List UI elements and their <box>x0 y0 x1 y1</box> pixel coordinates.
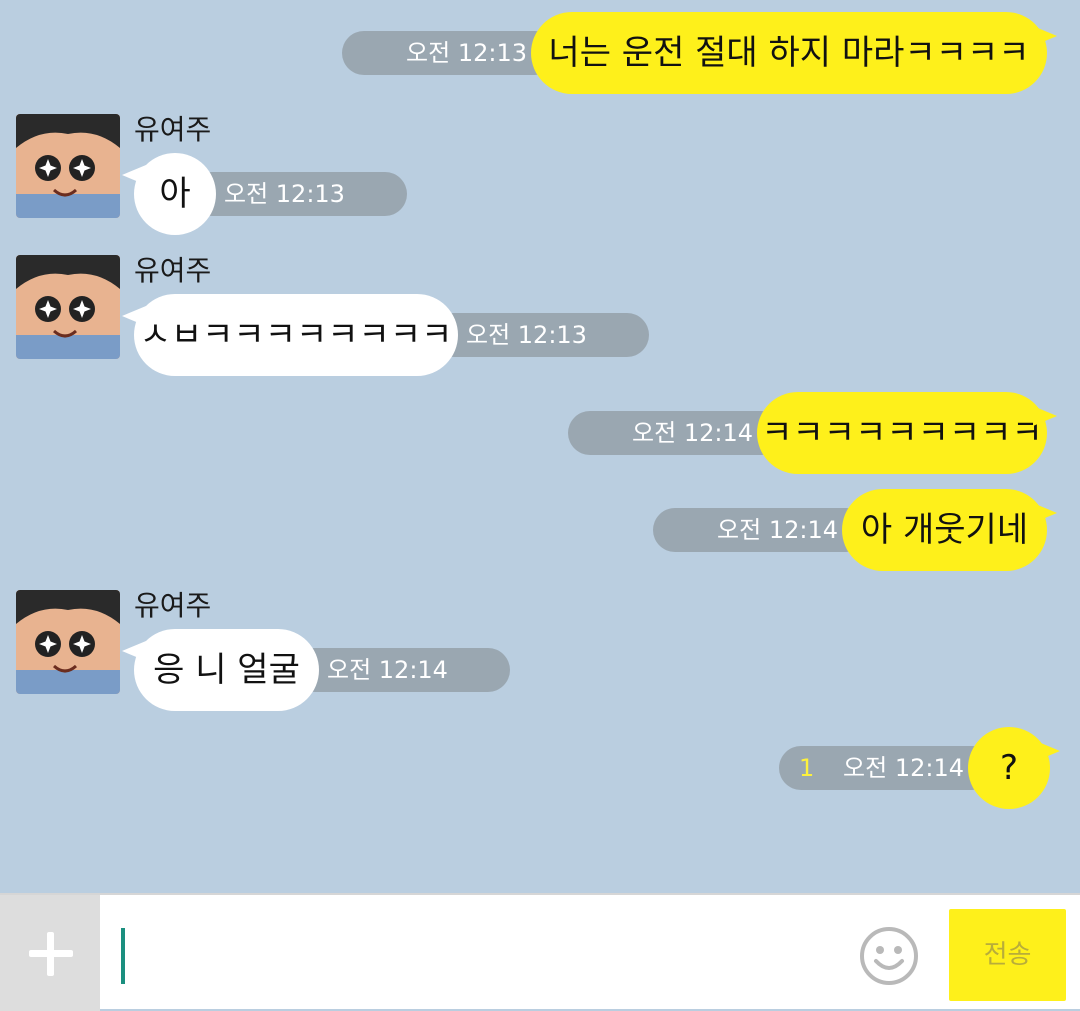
message-input[interactable] <box>112 909 846 997</box>
message-timestamp: 오전 12:14 <box>568 411 783 455</box>
timestamp-text: 오전 12:14 <box>327 656 448 684</box>
timestamp-text: 오전 12:14 <box>717 516 838 544</box>
their-message-bubble[interactable]: 아 <box>122 153 216 235</box>
timestamp-text: 오전 12:14 <box>843 754 964 782</box>
message-input-bar: 전송 <box>0 893 1080 1011</box>
their-message-bubble[interactable]: ㅅㅂㅋㅋㅋㅋㅋㅋㅋㅋ <box>122 294 458 376</box>
my-message-bubble[interactable]: ? <box>968 727 1060 809</box>
avatar-image <box>16 114 120 218</box>
sender-name: 유여주 <box>134 589 212 622</box>
my-message-bubble[interactable]: 너는 운전 절대 하지 마라ㅋㅋㅋㅋ <box>531 12 1057 94</box>
message-text: ㅅㅂㅋㅋㅋㅋㅋㅋㅋㅋ <box>139 315 453 355</box>
smiley-icon <box>860 927 918 985</box>
my-message-bubble[interactable]: 아 개웃기네 <box>842 489 1057 571</box>
sender-name: 유여주 <box>134 113 212 146</box>
timestamp-text: 오전 12:14 <box>632 419 753 447</box>
message-text: 아 개웃기네 <box>860 510 1029 550</box>
message-text: 아 <box>159 174 191 214</box>
sender-name: 유여주 <box>134 254 212 287</box>
timestamp-text: 오전 12:13 <box>466 321 587 349</box>
chat-room[interactable]: 오전 12:13 너는 운전 절대 하지 마라ㅋㅋㅋㅋ 유여주 오전 12:13… <box>0 0 1080 893</box>
my-message-bubble[interactable]: ㅋㅋㅋㅋㅋㅋㅋㅋㅋ <box>757 392 1057 474</box>
message-text: 응 니 얼굴 <box>153 650 300 690</box>
send-button[interactable]: 전송 <box>949 909 1066 1001</box>
timestamp-text: 오전 12:13 <box>406 39 527 67</box>
message-text: 너는 운전 절대 하지 마라ㅋㅋㅋㅋ <box>548 33 1030 73</box>
message-timestamp: 오전 12:13 <box>190 172 407 216</box>
avatar-image <box>16 590 120 694</box>
attach-button[interactable] <box>0 895 100 1011</box>
their-message-bubble[interactable]: 응 니 얼굴 <box>122 629 319 711</box>
text-cursor <box>121 928 125 984</box>
avatar[interactable] <box>16 590 120 694</box>
message-timestamp: 오전 12:14 <box>293 648 510 692</box>
message-timestamp: 1 오전 12:14 <box>779 746 994 790</box>
timestamp-text: 오전 12:13 <box>224 180 345 208</box>
message-timestamp: 오전 12:13 <box>432 313 649 357</box>
plus-icon-vertical <box>47 932 54 976</box>
message-timestamp: 오전 12:14 <box>653 508 868 552</box>
message-timestamp: 오전 12:13 <box>342 31 557 75</box>
message-text: ? <box>999 748 1019 788</box>
unread-count: 1 <box>799 754 815 782</box>
avatar-image <box>16 255 120 359</box>
message-text: ㅋㅋㅋㅋㅋㅋㅋㅋㅋ <box>761 413 1043 453</box>
avatar[interactable] <box>16 114 120 218</box>
emoji-button[interactable] <box>858 925 920 987</box>
avatar[interactable] <box>16 255 120 359</box>
